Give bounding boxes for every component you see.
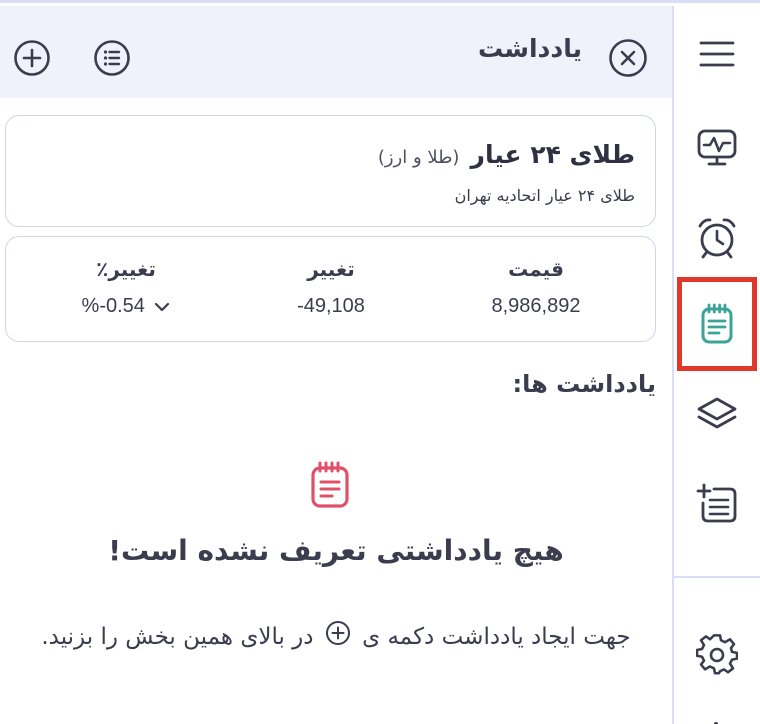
notes-heading: یادداشت ها: xyxy=(512,370,657,398)
percent-value: %-0.54 xyxy=(81,295,145,317)
percent-value-wrap: %-0.54 xyxy=(46,295,206,318)
sidebar-item-layers[interactable] xyxy=(674,390,760,438)
plus-circle-icon xyxy=(325,621,350,645)
panel-header: یادداشت xyxy=(0,6,672,98)
add-list-icon xyxy=(696,483,737,523)
asset-subtitle: طلای ۲۴ عیار اتحادیه تهران xyxy=(454,186,635,205)
hint-text-before: جهت ایجاد یادداشت دکمه ی xyxy=(362,624,631,650)
sidebar-item-notes[interactable] xyxy=(677,277,757,371)
gear-icon xyxy=(696,634,738,675)
note-panel: یادداشت طلای ۲۴ عیار (طلا و ارز) طلای ۲۴… xyxy=(0,6,672,724)
right-sidebar xyxy=(672,6,760,724)
empty-notes-title: هیچ یادداشتی تعریف نشده است! xyxy=(108,534,564,567)
change-label: تغییر xyxy=(307,257,355,281)
asset-name: طلای ۲۴ عیار xyxy=(470,140,635,169)
add-note-button[interactable] xyxy=(12,38,52,78)
list-circle-icon xyxy=(94,40,130,76)
sidebar-menu-button[interactable] xyxy=(674,32,760,76)
notepad-icon xyxy=(701,303,733,344)
chevron-down-icon xyxy=(155,302,170,311)
layers-icon xyxy=(697,397,737,429)
empty-notes-hint: جهت ایجاد یادداشت دکمه ی در بالای همین ب… xyxy=(36,614,636,660)
sidebar-item-alarm[interactable] xyxy=(674,212,760,264)
monitor-chart-icon xyxy=(697,129,737,166)
asset-card: طلای ۲۴ عیار (طلا و ارز) طلای ۲۴ عیار ات… xyxy=(5,115,656,227)
note-list-button[interactable] xyxy=(92,38,132,78)
menu-icon xyxy=(699,41,735,67)
sidebar-divider xyxy=(674,576,760,578)
hint-text-after: در بالای همین بخش را بزنید. xyxy=(41,624,314,650)
plus-circle-icon xyxy=(14,40,50,76)
close-panel-button[interactable] xyxy=(606,38,650,78)
close-circle-icon xyxy=(609,39,647,77)
sidebar-settings-button[interactable] xyxy=(674,630,760,680)
stats-card: قیمت 8,986,892 تغییر -49,108 تغییر٪ %-0.… xyxy=(5,236,656,342)
percent-label: تغییر٪ xyxy=(96,257,156,281)
app-frame: یادداشت طلای ۲۴ عیار (طلا و ارز) طلای ۲۴… xyxy=(0,0,760,724)
asset-category: (طلا و ارز) xyxy=(377,147,460,168)
price-value: 8,986,892 xyxy=(491,295,581,317)
alarm-clock-icon xyxy=(698,218,736,259)
notepad-icon xyxy=(311,461,349,508)
price-label: قیمت xyxy=(508,257,564,281)
sidebar-item-add-list[interactable] xyxy=(674,478,760,528)
asset-title: طلای ۲۴ عیار (طلا و ارز) xyxy=(378,140,635,169)
panel-title: یادداشت xyxy=(477,34,582,63)
change-value: -49,108 xyxy=(297,295,365,317)
sidebar-item-monitor[interactable] xyxy=(674,124,760,172)
